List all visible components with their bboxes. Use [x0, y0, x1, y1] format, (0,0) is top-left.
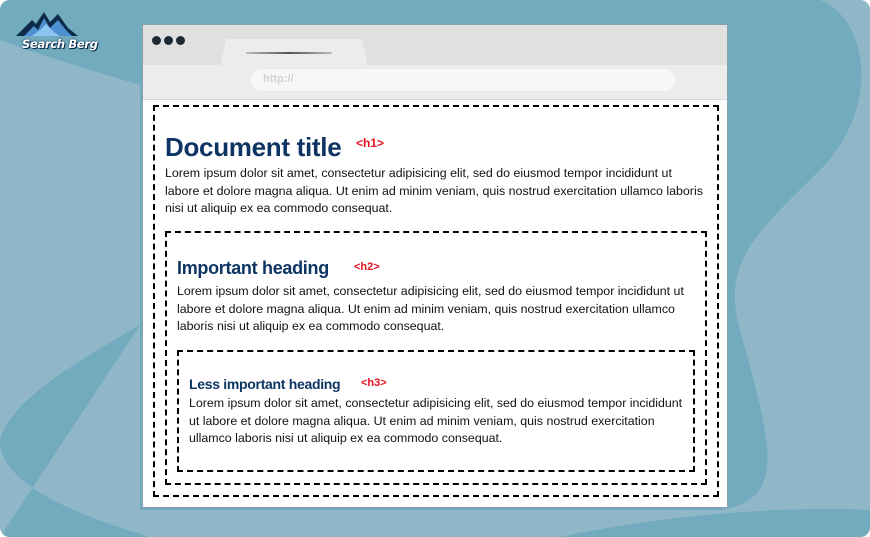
- toolbar: http://: [143, 65, 727, 100]
- h2-tag-label: <h2>: [354, 261, 380, 273]
- h1-body-text: Lorem ipsum dolor sit amet, consectetur …: [165, 166, 703, 215]
- mountain-icon: [16, 12, 78, 36]
- window-control-dot[interactable]: [176, 36, 185, 45]
- h2-body-text: Lorem ipsum dolor sit amet, consectetur …: [177, 284, 684, 333]
- address-bar[interactable]: http://: [251, 69, 675, 91]
- document-title-h1: Document title: [165, 132, 342, 162]
- address-placeholder: http://: [263, 73, 294, 85]
- browser-tab[interactable]: [220, 39, 368, 67]
- tab-title-placeholder: [246, 52, 332, 54]
- window-control-dot[interactable]: [164, 36, 173, 45]
- diagram-canvas: Search Berg http:// Document title <h1> …: [0, 0, 870, 537]
- less-important-heading-h3: Less important heading: [189, 376, 341, 392]
- important-heading-h2: Important heading: [177, 258, 329, 278]
- h1-tag-label: <h1>: [356, 136, 385, 150]
- browser-titlebar: [143, 25, 727, 67]
- browser-window: http:// Document title <h1> Lorem ipsum …: [142, 24, 728, 508]
- h3-tag-label: <h3>: [361, 377, 387, 389]
- h3-body-text: Lorem ipsum dolor sit amet, consectetur …: [189, 396, 683, 445]
- search-berg-logo: Search Berg: [10, 8, 98, 51]
- window-controls: [152, 36, 185, 45]
- window-control-dot[interactable]: [152, 36, 161, 45]
- logo-text: Search Berg: [22, 37, 98, 51]
